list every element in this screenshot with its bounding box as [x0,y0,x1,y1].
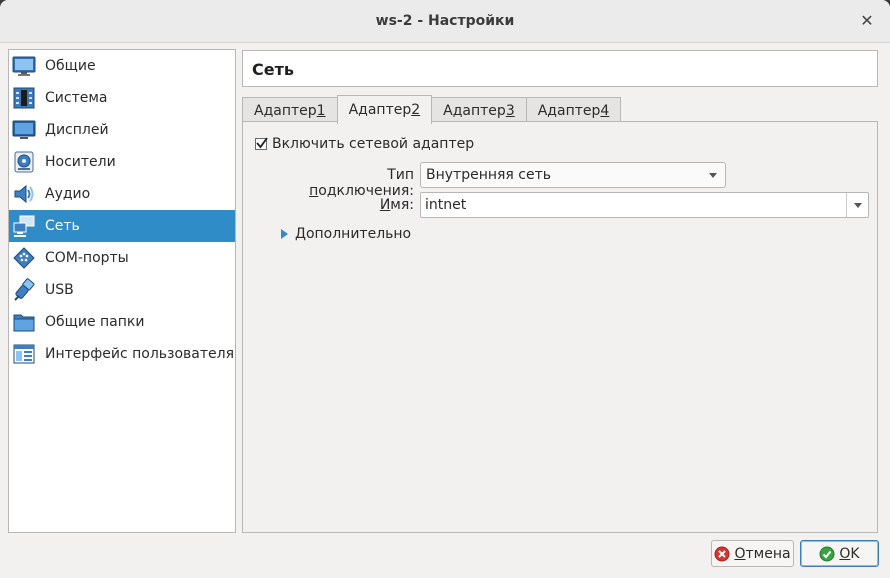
tab-label: Адаптер [443,102,506,119]
network-name-input[interactable] [421,193,845,217]
user-interface-icon [13,344,35,364]
ok-button[interactable]: OK [800,540,879,567]
tab-mnemonic: 4 [600,102,610,119]
tab-adapter-4[interactable]: Адаптер 4 [525,97,622,123]
dialog-content: Общие Система Дисплей Носители Аудио Сет… [0,43,890,578]
cancel-button[interactable]: Отмена [711,540,794,567]
sidebar-item-general[interactable]: Общие [9,50,235,82]
sidebar-item-display[interactable]: Дисплей [9,114,235,146]
attached-to-select[interactable]: Внутренняя сеть [420,162,726,188]
settings-window: ws-2 - Настройки ✕ Общие Система Дисплей… [0,0,890,578]
tab-adapter-3[interactable]: Адаптер 3 [431,97,527,123]
sidebar-item-label: COM-порты [45,250,129,266]
tab-mnemonic: 2 [411,102,421,118]
close-icon[interactable]: ✕ [858,12,876,30]
sidebar-item-user-interface[interactable]: Интерфейс пользователя [9,338,235,370]
network-name-combobox[interactable] [420,192,869,218]
settings-category-list: Общие Система Дисплей Носители Аудио Сет… [8,49,236,533]
tab-label: Адаптер [348,102,412,118]
usb-icon [14,278,35,301]
sidebar-item-label: Общие папки [45,314,145,330]
network-icon [13,215,35,237]
shared-folder-icon [13,314,35,332]
sidebar-item-system[interactable]: Система [9,82,235,114]
sidebar-item-label: Аудио [45,186,91,202]
chevron-down-icon [709,173,717,178]
tab-label: Адаптер [537,102,601,119]
expand-arrow-icon [281,229,288,239]
sidebar-item-label: Дисплей [45,122,109,138]
name-label-text: мя: [390,197,414,213]
sidebar-item-label: Общие [45,58,96,74]
tab-mnemonic: 1 [316,102,326,119]
window-title: ws-2 - Настройки [375,13,515,29]
page-header: Сеть [242,50,878,87]
tab-adapter-1[interactable]: Адаптер 1 [242,97,338,123]
title-bar[interactable]: ws-2 - Настройки ✕ [0,0,890,43]
sidebar-item-label: Сеть [45,218,80,234]
sidebar-item-audio[interactable]: Аудио [9,178,235,210]
network-name-dropdown-button[interactable] [846,193,868,217]
sidebar-item-label: Носители [45,154,116,170]
cancel-mnemonic: О [734,545,746,562]
checkmark-icon [256,137,268,149]
attached-to-value: Внутренняя сеть [426,167,552,183]
cancel-label-text: тмена [745,545,791,562]
general-monitor-icon [12,56,36,76]
adapter-tabs: Адаптер 1 Адаптер 2 Адаптер 3 Адаптер 4 [242,95,622,124]
name-mnemonic: И [379,197,391,213]
sidebar-item-serial-ports[interactable]: COM-порты [9,242,235,274]
ok-label: OK [839,546,859,562]
sidebar-item-usb[interactable]: USB [9,274,235,306]
advanced-label-text: ополнительно [305,226,412,242]
ok-mnemonic: O [839,545,851,562]
tab-label: Адаптер [254,102,317,119]
ok-icon [819,546,835,561]
adapter-tab-panel: Включить сетевой адаптер Тип подключения… [242,121,878,533]
advanced-label: Дополнительно [295,226,411,242]
checkbox-box[interactable] [255,137,268,150]
sidebar-item-label: USB [45,282,74,298]
ok-label-text: K [850,545,860,562]
cancel-label: Отмена [734,546,790,562]
chevron-down-icon [854,203,862,208]
tab-mnemonic: 3 [505,102,515,119]
attached-to-label: Тип подключения: [283,167,414,199]
name-label: Имя: [283,197,414,213]
storage-disk-icon [14,151,34,173]
sidebar-item-network[interactable]: Сеть [9,210,235,242]
sidebar-item-shared-folders[interactable]: Общие папки [9,306,235,338]
cancel-icon [714,546,730,561]
serial-port-icon [13,247,35,269]
tab-adapter-2[interactable]: Адаптер 2 [336,95,433,124]
enable-adapter-checkbox[interactable]: Включить сетевой адаптер [255,136,474,152]
sidebar-item-storage[interactable]: Носители [9,146,235,178]
advanced-expander[interactable]: Дополнительно [281,226,411,242]
sidebar-item-label: Интерфейс пользователя [45,346,235,362]
sidebar-item-label: Система [45,90,108,106]
advanced-mnemonic: Д [295,226,306,242]
system-chip-icon [13,87,35,109]
display-monitor-icon [12,120,36,139]
audio-speaker-icon [14,184,34,204]
page-title: Сеть [252,60,294,79]
enable-adapter-label: Включить сетевой адаптер [272,136,475,152]
attached-to-label-text: Тип [387,167,414,183]
